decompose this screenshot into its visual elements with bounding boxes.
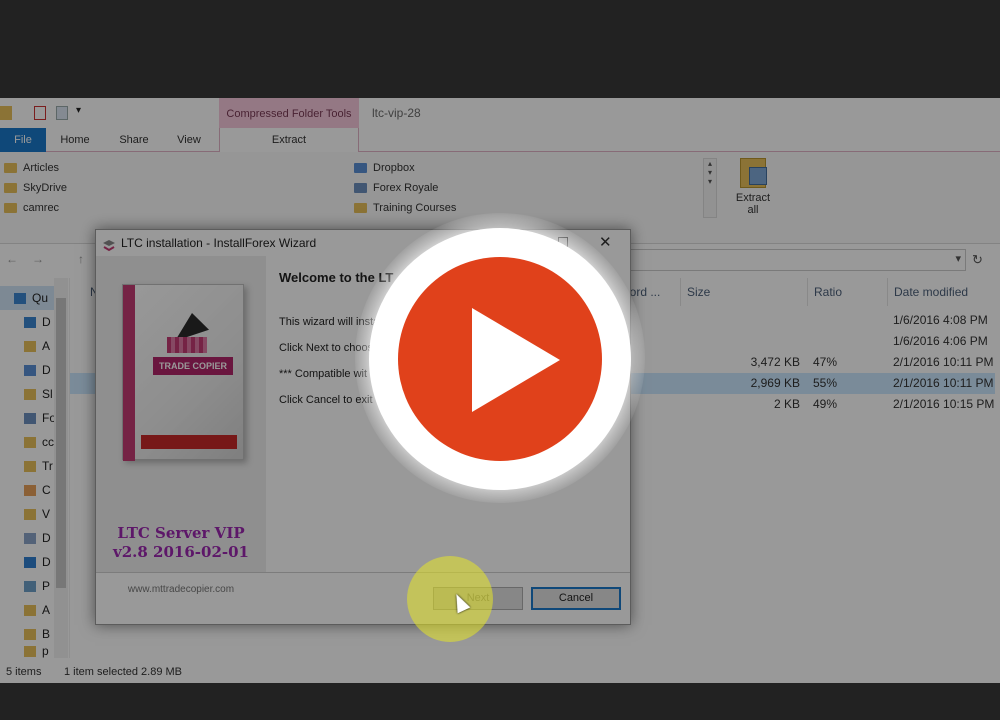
video-thumbnail: ▾ Compressed Folder Tools ltc-vip-28 Fil… (0, 0, 1000, 720)
play-icon[interactable] (472, 308, 560, 412)
